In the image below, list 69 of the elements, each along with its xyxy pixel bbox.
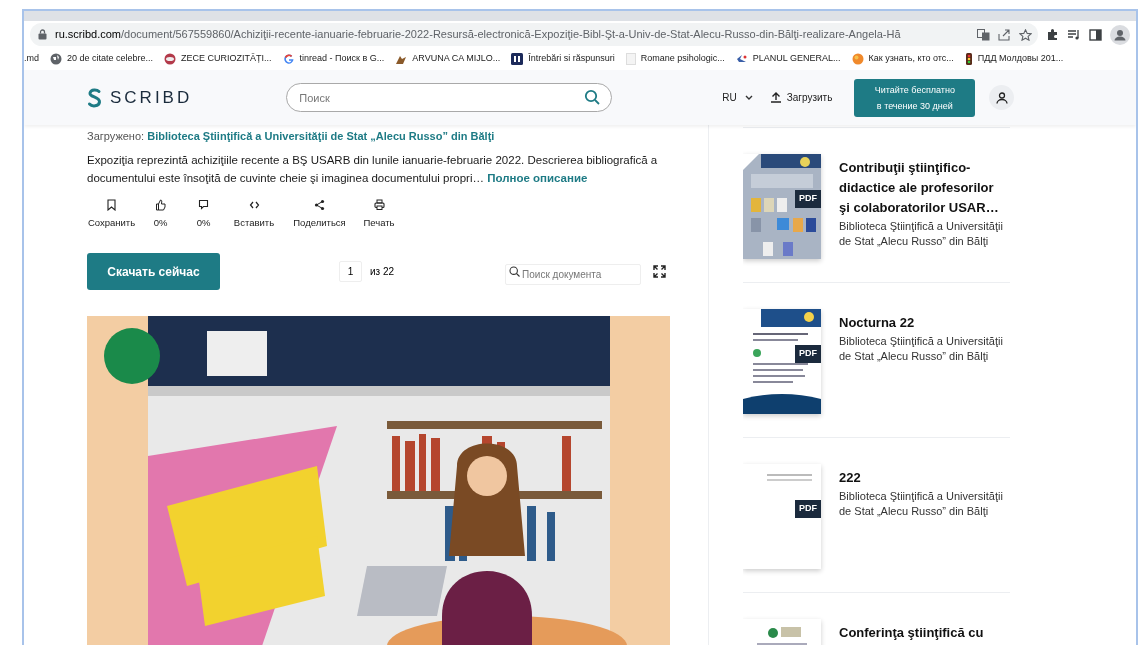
person-icon bbox=[995, 91, 1008, 104]
action-button[interactable]: 0% bbox=[142, 199, 179, 231]
page-icon bbox=[625, 53, 636, 65]
bookmark[interactable]: Как узнать, кто отс... bbox=[851, 52, 954, 66]
action-button[interactable]: Вставить bbox=[228, 199, 280, 231]
chevron-down-icon bbox=[744, 95, 753, 100]
action-button[interactable]: Печать bbox=[359, 199, 399, 231]
upload-button[interactable]: Загрузить bbox=[770, 90, 833, 105]
upload-icon bbox=[770, 92, 781, 103]
fullscreen-icon[interactable] bbox=[653, 265, 667, 279]
bookmark[interactable]: ARVUNA CA MIJLO... bbox=[395, 52, 501, 66]
description-link[interactable]: Полное описание bbox=[487, 172, 588, 184]
bookmark[interactable]: ПДД Молдовы 201... bbox=[964, 52, 1064, 66]
address-bar[interactable]: ru.scribd.com/document/567559860/Achiziţii-recente-ianuarie-februarie-2022-Resursă-electronică-Expoziţie-Bibl-Şt-a-Univ-de-Stat-Alecu-Russo-din-Bălţi-realizare-Angela-Hă bbox=[30, 23, 1038, 46]
globe-icon bbox=[50, 53, 62, 65]
free-trial-button[interactable]: Читайте бесплатно в течение 30 дней bbox=[854, 78, 976, 117]
printer-icon bbox=[373, 199, 385, 211]
document-description: Expoziţia reprezintă achiziţiile recente a BŞ USARB din lunile ianuarie-februarie 2022. Descrierea bibliografică a documentului este însoţită de cuvinte cheie şi imaginea documentului propri… Полное описание bbox=[87, 153, 659, 186]
google-icon bbox=[282, 53, 295, 65]
logo-text[interactable]: SCRIBD bbox=[110, 84, 193, 111]
bookmark[interactable]: .md bbox=[24, 52, 39, 66]
bookmark[interactable]: Romane psihologic... bbox=[625, 52, 725, 66]
thumbs-up-icon bbox=[155, 199, 166, 211]
language-selector[interactable]: RU bbox=[722, 90, 753, 105]
action-button[interactable]: 0% bbox=[185, 199, 222, 231]
page-number-field[interactable]: 1 bbox=[339, 261, 362, 283]
pdf-badge: PDF bbox=[795, 190, 821, 208]
search-icon bbox=[509, 266, 521, 278]
search-field[interactable]: Поиск bbox=[286, 83, 613, 112]
pdf-badge: PDF bbox=[795, 345, 821, 363]
page-count: из 22 bbox=[370, 265, 395, 280]
document-title[interactable]: Conferinţa ştiinţifică cu bbox=[839, 623, 1004, 643]
bookmark[interactable]: tinread - Поиск в G... bbox=[282, 52, 385, 66]
traffic-light-icon bbox=[964, 53, 973, 65]
emblem-icon bbox=[164, 53, 177, 65]
bookmark[interactable]: PLANUL GENERAL... bbox=[735, 52, 841, 66]
star-icon[interactable] bbox=[1019, 28, 1032, 41]
side-panel-icon[interactable] bbox=[1089, 28, 1102, 41]
bookmark[interactable]: ZECE CURIOZITĂȚI... bbox=[164, 52, 272, 66]
ball-icon bbox=[851, 53, 864, 65]
document-author: Biblioteca Ştiinţifică a Universităţii de Stat „Alecu Russo” din Bălţi bbox=[839, 489, 1004, 519]
document-title[interactable]: Nocturna 22 bbox=[839, 313, 1004, 333]
document-author: Biblioteca Ştiinţifică a Universităţii de Stat „Alecu Russo” din Bălţi bbox=[839, 219, 1004, 249]
share-icon bbox=[314, 199, 325, 211]
url-text: ru.scribd.com/document/567559860/Achiziţii-recente-ianuarie-februarie-2022-Resursă-electronică-Expoziţie-Bibl-Şt-a-Univ-de-Stat-Alecu-Russo-din-Bălţi-realizare-Angela-Hă bbox=[55, 27, 902, 43]
lock-icon bbox=[38, 29, 47, 40]
bookmark[interactable]: 20 de citate celebre... bbox=[50, 52, 154, 66]
pdf-badge: PDF bbox=[795, 500, 821, 518]
bookmark[interactable]: Întrebări si răspunsuri bbox=[511, 52, 615, 66]
speech-bubble-icon bbox=[198, 199, 209, 211]
puzzle-icon[interactable] bbox=[1046, 28, 1059, 41]
profile-icon[interactable] bbox=[1110, 24, 1130, 45]
action-button[interactable]: Сохранить bbox=[87, 199, 136, 231]
download-button[interactable]: Скачать сейчас bbox=[87, 253, 220, 291]
pf-badge-icon bbox=[511, 53, 524, 65]
code-icon bbox=[248, 199, 260, 211]
document-title[interactable]: 222 bbox=[839, 468, 1004, 488]
media-list-icon[interactable] bbox=[1067, 28, 1081, 41]
document-title[interactable]: Contribuţii ştiinţifico-didactice ale profesorilor şi colaboratorilor USAR… bbox=[839, 158, 1004, 218]
document-search-field[interactable]: Поиск документа bbox=[505, 264, 642, 286]
search-icon[interactable] bbox=[584, 89, 601, 105]
action-button[interactable]: Поделиться bbox=[286, 199, 353, 231]
uploader-line: Загружено: Biblioteca Ştiinţifică a Universităţii de Stat „Alecu Russo” din Bălţi bbox=[87, 129, 496, 144]
translate-icon[interactable] bbox=[977, 28, 990, 41]
bird-icon bbox=[735, 53, 748, 65]
share-icon[interactable] bbox=[998, 28, 1011, 41]
document-author: Biblioteca Ştiinţifică a Universităţii de Stat „Alecu Russo” din Bălţi bbox=[839, 334, 1004, 364]
bookmark-icon bbox=[106, 199, 117, 211]
scribd-logo-icon[interactable] bbox=[87, 87, 103, 108]
